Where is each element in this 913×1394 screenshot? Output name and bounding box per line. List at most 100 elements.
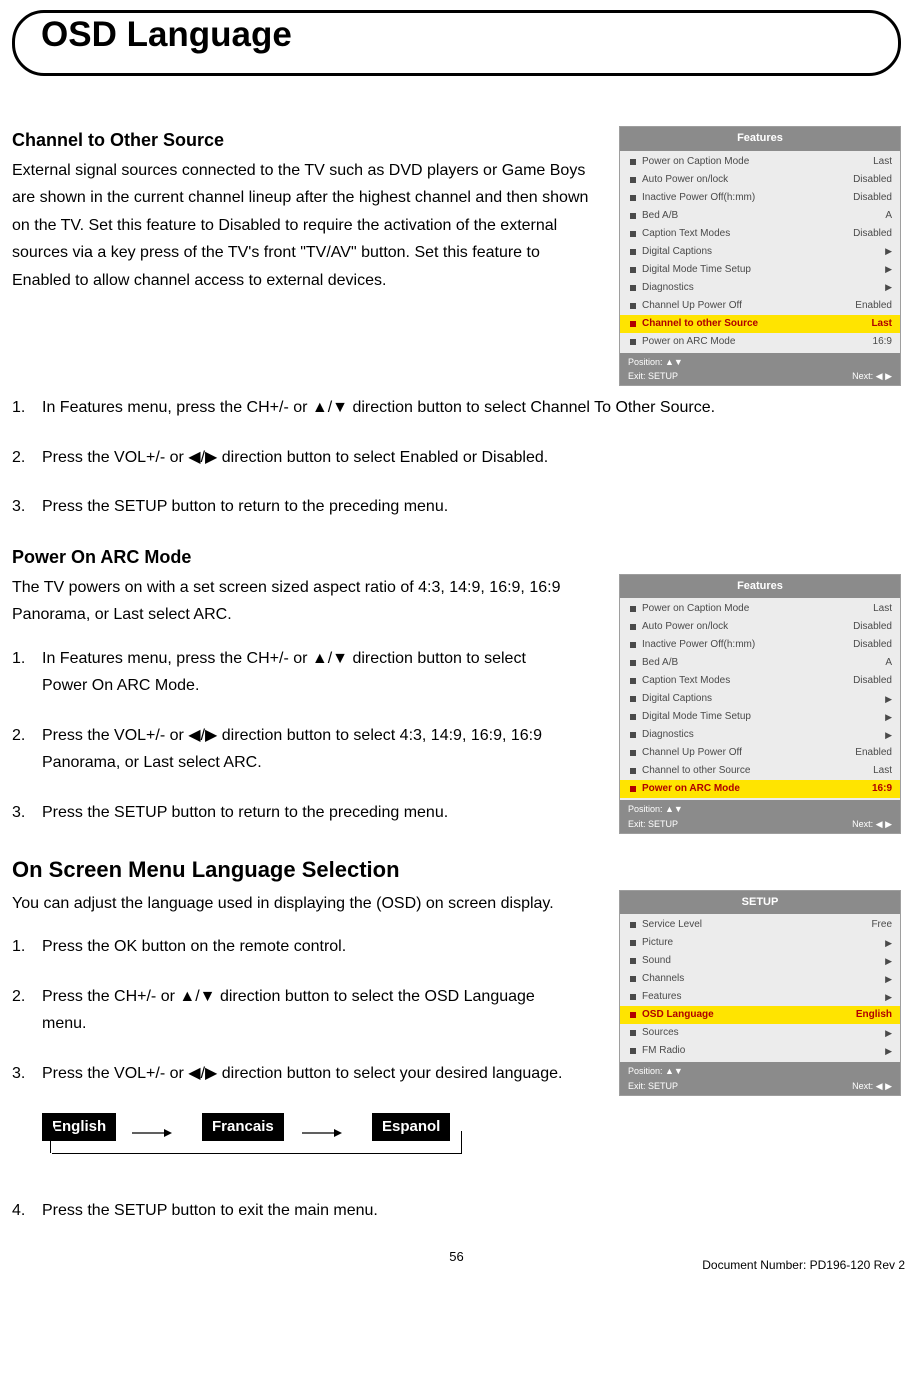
osd-row: Channel to other SourceLast xyxy=(620,315,900,333)
osd-row-label: Auto Power on/lock xyxy=(642,172,853,188)
osd-body: Power on Caption ModeLastAuto Power on/l… xyxy=(620,151,900,353)
osd-row-label: Inactive Power Off(h:mm) xyxy=(642,190,853,206)
step: In Features menu, press the CH+/- or ▲/▼… xyxy=(12,645,901,700)
bullet-icon xyxy=(630,267,636,273)
bullet-icon xyxy=(630,249,636,255)
osd-row-label: Digital Captions xyxy=(642,244,885,260)
osd-row-label: FM Radio xyxy=(642,1043,885,1059)
osd-row-value: Disabled xyxy=(853,172,892,188)
osd-row-value: ▶ xyxy=(885,280,892,294)
osd-row: Digital Captions▶ xyxy=(620,243,900,261)
para-channel-to-other-source: External signal sources connected to the… xyxy=(12,157,592,295)
section-power-on-arc-mode: Power On ARC Mode FeaturesPower on Capti… xyxy=(12,543,901,848)
lang-francais: Francais xyxy=(202,1113,284,1141)
bullet-icon xyxy=(630,976,636,982)
osd-header: Features xyxy=(620,127,900,151)
osd-row-label: Power on Caption Mode xyxy=(642,154,873,170)
osd-row: Inactive Power Off(h:mm)Disabled xyxy=(620,189,900,207)
osd-row: Power on ARC Mode16:9 xyxy=(620,333,900,351)
osd-row: Power on Caption ModeLast xyxy=(620,600,900,618)
bullet-icon xyxy=(630,177,636,183)
osd-row: Bed A/BA xyxy=(620,207,900,225)
osd-row-value: Free xyxy=(871,917,892,933)
osd-row-value: ▶ xyxy=(885,1044,892,1058)
osd-row-value: Last xyxy=(873,601,892,617)
steps-osd-language-selection-cont: Press the SETUP button to exit the main … xyxy=(12,1197,901,1225)
bullet-icon xyxy=(630,321,636,327)
osd-row-label: Power on ARC Mode xyxy=(642,334,873,350)
osd-row-label: Bed A/B xyxy=(642,208,885,224)
step: Press the SETUP button to return to the … xyxy=(12,799,901,827)
osd-footer-next: Next: ◀ ▶ xyxy=(852,369,892,383)
osd-header: Features xyxy=(620,575,900,599)
osd-row: Diagnostics▶ xyxy=(620,279,900,297)
bullet-icon xyxy=(630,195,636,201)
steps-osd-language-selection: Press the OK button on the remote contro… xyxy=(12,933,901,1087)
steps-power-on-arc-mode: In Features menu, press the CH+/- or ▲/▼… xyxy=(12,645,901,827)
step: Press the VOL+/- or ◀/▶ direction button… xyxy=(12,1060,901,1088)
heading-power-on-arc-mode: Power On ARC Mode xyxy=(12,543,901,572)
osd-footer-position: Position: ▲▼ xyxy=(628,355,892,369)
osd-row-label: Power on Caption Mode xyxy=(642,601,873,617)
step: Press the OK button on the remote contro… xyxy=(12,933,901,961)
osd-footer-exit: Exit: SETUP xyxy=(628,369,678,383)
para-power-on-arc-mode: The TV powers on with a set screen sized… xyxy=(12,574,592,629)
page-title: OSD Language xyxy=(35,15,298,54)
osd-row-value: A xyxy=(885,208,892,224)
heading-osd-language-selection: On Screen Menu Language Selection xyxy=(12,852,901,887)
bullet-icon xyxy=(630,922,636,928)
para-osd-language-selection: You can adjust the language used in disp… xyxy=(12,890,592,918)
lang-espanol: Espanol xyxy=(372,1113,450,1141)
bullet-icon xyxy=(630,714,636,720)
osd-features-1: FeaturesPower on Caption ModeLastAuto Po… xyxy=(619,126,901,386)
arrow-up-icon xyxy=(46,1123,60,1149)
osd-row-value: 16:9 xyxy=(873,334,892,350)
bullet-icon xyxy=(630,303,636,309)
document-number: Document Number: PD196-120 Rev 2 xyxy=(702,1256,905,1275)
osd-row-value: Disabled xyxy=(853,226,892,242)
osd-row-label: Channel to other Source xyxy=(642,316,871,332)
step: Press the VOL+/- or ◀/▶ direction button… xyxy=(12,444,901,472)
osd-row-value: ▶ xyxy=(885,244,892,258)
bullet-icon xyxy=(630,624,636,630)
step: Press the VOL+/- or ◀/▶ direction button… xyxy=(12,722,901,777)
osd-row: Service LevelFree xyxy=(620,916,900,934)
osd-header: SETUP xyxy=(620,891,900,915)
osd-row: FM Radio▶ xyxy=(620,1042,900,1060)
osd-row-value: Disabled xyxy=(853,190,892,206)
osd-row: Caption Text ModesDisabled xyxy=(620,225,900,243)
osd-row: Auto Power on/lockDisabled xyxy=(620,171,900,189)
osd-row-label: Service Level xyxy=(642,917,871,933)
osd-features-2: FeaturesPower on Caption ModeLastAuto Po… xyxy=(619,574,901,834)
page-title-box: OSD Language xyxy=(12,10,901,76)
bullet-icon xyxy=(630,285,636,291)
osd-row-label: Channel Up Power Off xyxy=(642,298,855,314)
bullet-icon xyxy=(630,339,636,345)
osd-row: Auto Power on/lockDisabled xyxy=(620,618,900,636)
arrow-icon xyxy=(302,1123,342,1149)
osd-row-value: Last xyxy=(871,316,892,332)
osd-row-value: Last xyxy=(873,154,892,170)
bullet-icon xyxy=(630,231,636,237)
osd-footer: Position: ▲▼Exit: SETUP Next: ◀ ▶ xyxy=(620,353,900,386)
step: Press the SETUP button to exit the main … xyxy=(12,1197,901,1225)
bullet-icon xyxy=(630,606,636,612)
osd-row-label: Diagnostics xyxy=(642,280,885,296)
osd-row-label: Power on ARC Mode xyxy=(642,781,872,797)
osd-row: Power on Caption ModeLast xyxy=(620,153,900,171)
osd-row-value: ▶ xyxy=(885,262,892,276)
osd-row-value: Enabled xyxy=(855,298,892,314)
language-cycle-diagram: English Francais Espanol xyxy=(42,1113,482,1173)
osd-row-value: Disabled xyxy=(853,619,892,635)
osd-row-label: Digital Mode Time Setup xyxy=(642,262,885,278)
bullet-icon xyxy=(630,213,636,219)
bullet-icon xyxy=(630,159,636,165)
osd-row: Channel Up Power OffEnabled xyxy=(620,297,900,315)
section-osd-language-selection: On Screen Menu Language Selection SETUPS… xyxy=(12,852,901,1224)
arrow-icon xyxy=(132,1123,172,1149)
bullet-icon xyxy=(630,786,636,792)
osd-row-value: 16:9 xyxy=(872,781,892,797)
return-line xyxy=(52,1153,462,1154)
bullet-icon xyxy=(630,1048,636,1054)
step: Press the SETUP button to return to the … xyxy=(12,493,901,521)
